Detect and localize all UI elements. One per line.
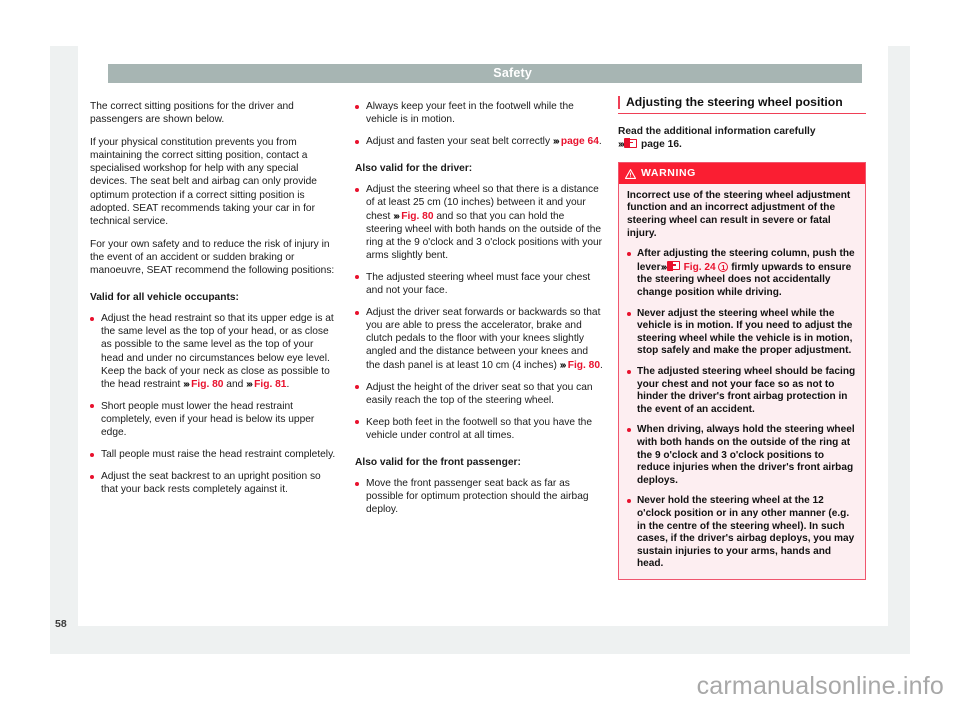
list-item: Move the front passenger seat back as fa…	[355, 477, 603, 516]
paragraph: The correct sitting positions for the dr…	[90, 101, 294, 126]
bullet-dot-icon	[355, 481, 359, 486]
bullet-dot-icon	[627, 370, 631, 374]
bullet-dot-icon	[355, 139, 359, 144]
list-item: Adjust the steering wheel so that there …	[355, 183, 603, 262]
list-item-text: When driving, always hold the steering w…	[637, 424, 855, 486]
list-item-text: The adjusted steering wheel must face yo…	[366, 271, 591, 297]
chevron-right-icon: ›››	[618, 139, 625, 151]
list-item-text: Adjust the seat backrest to an upright p…	[101, 471, 321, 496]
document-viewer: Safety 58 The correct sitting positions …	[0, 0, 960, 708]
bullet-dot-icon	[355, 385, 359, 390]
paragraph: If your physical constitution prevents y…	[90, 137, 317, 227]
sentence-period: .	[679, 139, 682, 151]
chevron-right-icon: ›››	[559, 359, 567, 371]
section-title-text: Adjusting the steering wheel position	[626, 95, 843, 109]
list-item: Keep both feet in the footwell so that y…	[355, 416, 603, 442]
warning-label: WARNING	[641, 166, 696, 179]
list-item: Short people must lower the head restrai…	[90, 400, 338, 439]
bullet-dot-icon	[355, 104, 359, 109]
warning-panel-header: WARNING	[619, 163, 865, 184]
list-item: When driving, always hold the steering w…	[627, 424, 857, 487]
list-item-text: Keep both feet in the footwell so that y…	[366, 416, 592, 441]
figure-reference-link[interactable]: Fig. 81	[254, 379, 286, 390]
bullet-dot-icon	[355, 275, 359, 280]
chevron-right-icon: ›››	[660, 261, 668, 273]
list-item-text: .	[600, 359, 603, 371]
list-item-text: Never adjust the steering wheel while th…	[637, 307, 853, 357]
text-column-two: Always keep your feet in the footwell wh…	[355, 100, 603, 525]
read-info-line: Read the additional information carefull…	[618, 126, 816, 138]
bullet-dot-icon	[90, 452, 94, 457]
site-watermark: carmanualsonline.info	[696, 672, 944, 700]
text-column-three: Adjusting the steering wheel position Re…	[618, 95, 866, 580]
manual-book-icon	[624, 138, 638, 149]
list-item: Always keep your feet in the footwell wh…	[355, 100, 603, 126]
list-item-text: Adjust and fasten your seat belt correct…	[366, 136, 553, 148]
section-title-marker	[618, 96, 621, 110]
list-item: Never adjust the steering wheel while th…	[627, 308, 857, 358]
list-item: Adjust the height of the driver seat so …	[355, 381, 603, 407]
bullet-dot-icon	[90, 404, 94, 409]
list-item: Never hold the steering wheel at the 12 …	[627, 495, 857, 571]
chevron-right-icon: ›››	[393, 210, 400, 222]
list-item-text: Tall people must raise the head restrain…	[101, 449, 336, 461]
manual-book-icon	[666, 260, 680, 271]
list-item: Adjust the seat backrest to an upright p…	[90, 470, 338, 496]
bullet-dot-icon	[90, 474, 94, 479]
list-item: The adjusted steering wheel should be fa…	[627, 366, 857, 416]
section-title: Adjusting the steering wheel position	[618, 95, 866, 115]
list-item: Adjust the driver seat forwards or backw…	[355, 306, 603, 371]
read-info-note: Read the additional information carefull…	[618, 125, 866, 151]
figure-reference-link[interactable]: Fig. 80	[191, 379, 223, 390]
figure-reference-link[interactable]: Fig. 80	[401, 211, 433, 222]
list-item-text: .	[598, 136, 602, 148]
figure-reference-link[interactable]: Fig. 24	[684, 262, 716, 273]
list-item: Adjust and fasten your seat belt correct…	[355, 135, 603, 148]
figure-reference-link[interactable]: Fig. 80	[568, 360, 600, 371]
text-column-one: The correct sitting positions for the dr…	[90, 100, 338, 505]
list-item: Tall people must raise the head restrain…	[90, 448, 338, 461]
bullet-dot-icon	[627, 311, 631, 316]
page-number: 58	[55, 618, 67, 630]
list-item-text: Always keep your feet in the footwell wh…	[366, 101, 574, 126]
warning-intro-text: Incorrect use of the steering wheel adju…	[627, 189, 851, 239]
list-item-text: Move the front passenger seat back as fa…	[366, 478, 589, 516]
list-item-text: Adjust the driver seat forwards or backw…	[366, 307, 601, 371]
list-item-text: .	[286, 378, 290, 390]
list-item-text: Short people must lower the head restrai…	[101, 400, 315, 438]
subheading-all-occupants: Valid for all vehicle occupants:	[90, 292, 239, 304]
chevron-right-icon: ›››	[183, 378, 190, 390]
list-item-text: Never hold the steering wheel at the 12 …	[637, 495, 855, 570]
page-reference-link[interactable]: page 64	[561, 136, 599, 147]
bullet-dot-icon	[355, 420, 359, 425]
chevron-right-icon: ›››	[552, 136, 560, 148]
list-item-text: Adjust the height of the driver seat so …	[366, 381, 593, 406]
paragraph: For your own safety and to reduce the ri…	[90, 238, 335, 277]
bullet-dot-icon	[627, 499, 631, 504]
list-item-text: The adjusted steering wheel should be fa…	[637, 366, 856, 415]
bullet-dot-icon	[627, 428, 631, 433]
warning-panel-body: Incorrect use of the steering wheel adju…	[619, 184, 865, 579]
page-reference-link[interactable]: page 16	[641, 139, 679, 150]
list-item-text: and	[223, 378, 247, 390]
warning-triangle-icon	[624, 168, 636, 179]
subheading-driver: Also valid for the driver:	[355, 163, 473, 175]
chapter-title: Safety	[493, 66, 532, 80]
list-item: After adjusting the steering column, pus…	[627, 248, 857, 299]
bullet-dot-icon	[355, 310, 359, 315]
chevron-right-icon: ›››	[246, 378, 253, 390]
callout-number-badge: 1	[718, 261, 729, 272]
bullet-dot-icon	[90, 316, 94, 321]
list-item: Adjust the head restraint so that its up…	[90, 312, 338, 391]
list-item: The adjusted steering wheel must face yo…	[355, 271, 603, 297]
chapter-header-bar: Safety	[108, 64, 862, 83]
warning-panel: WARNING Incorrect use of the steering wh…	[618, 162, 866, 580]
subheading-front-passenger: Also valid for the front passenger:	[355, 456, 521, 468]
bullet-dot-icon	[627, 252, 631, 257]
bullet-dot-icon	[355, 187, 359, 192]
